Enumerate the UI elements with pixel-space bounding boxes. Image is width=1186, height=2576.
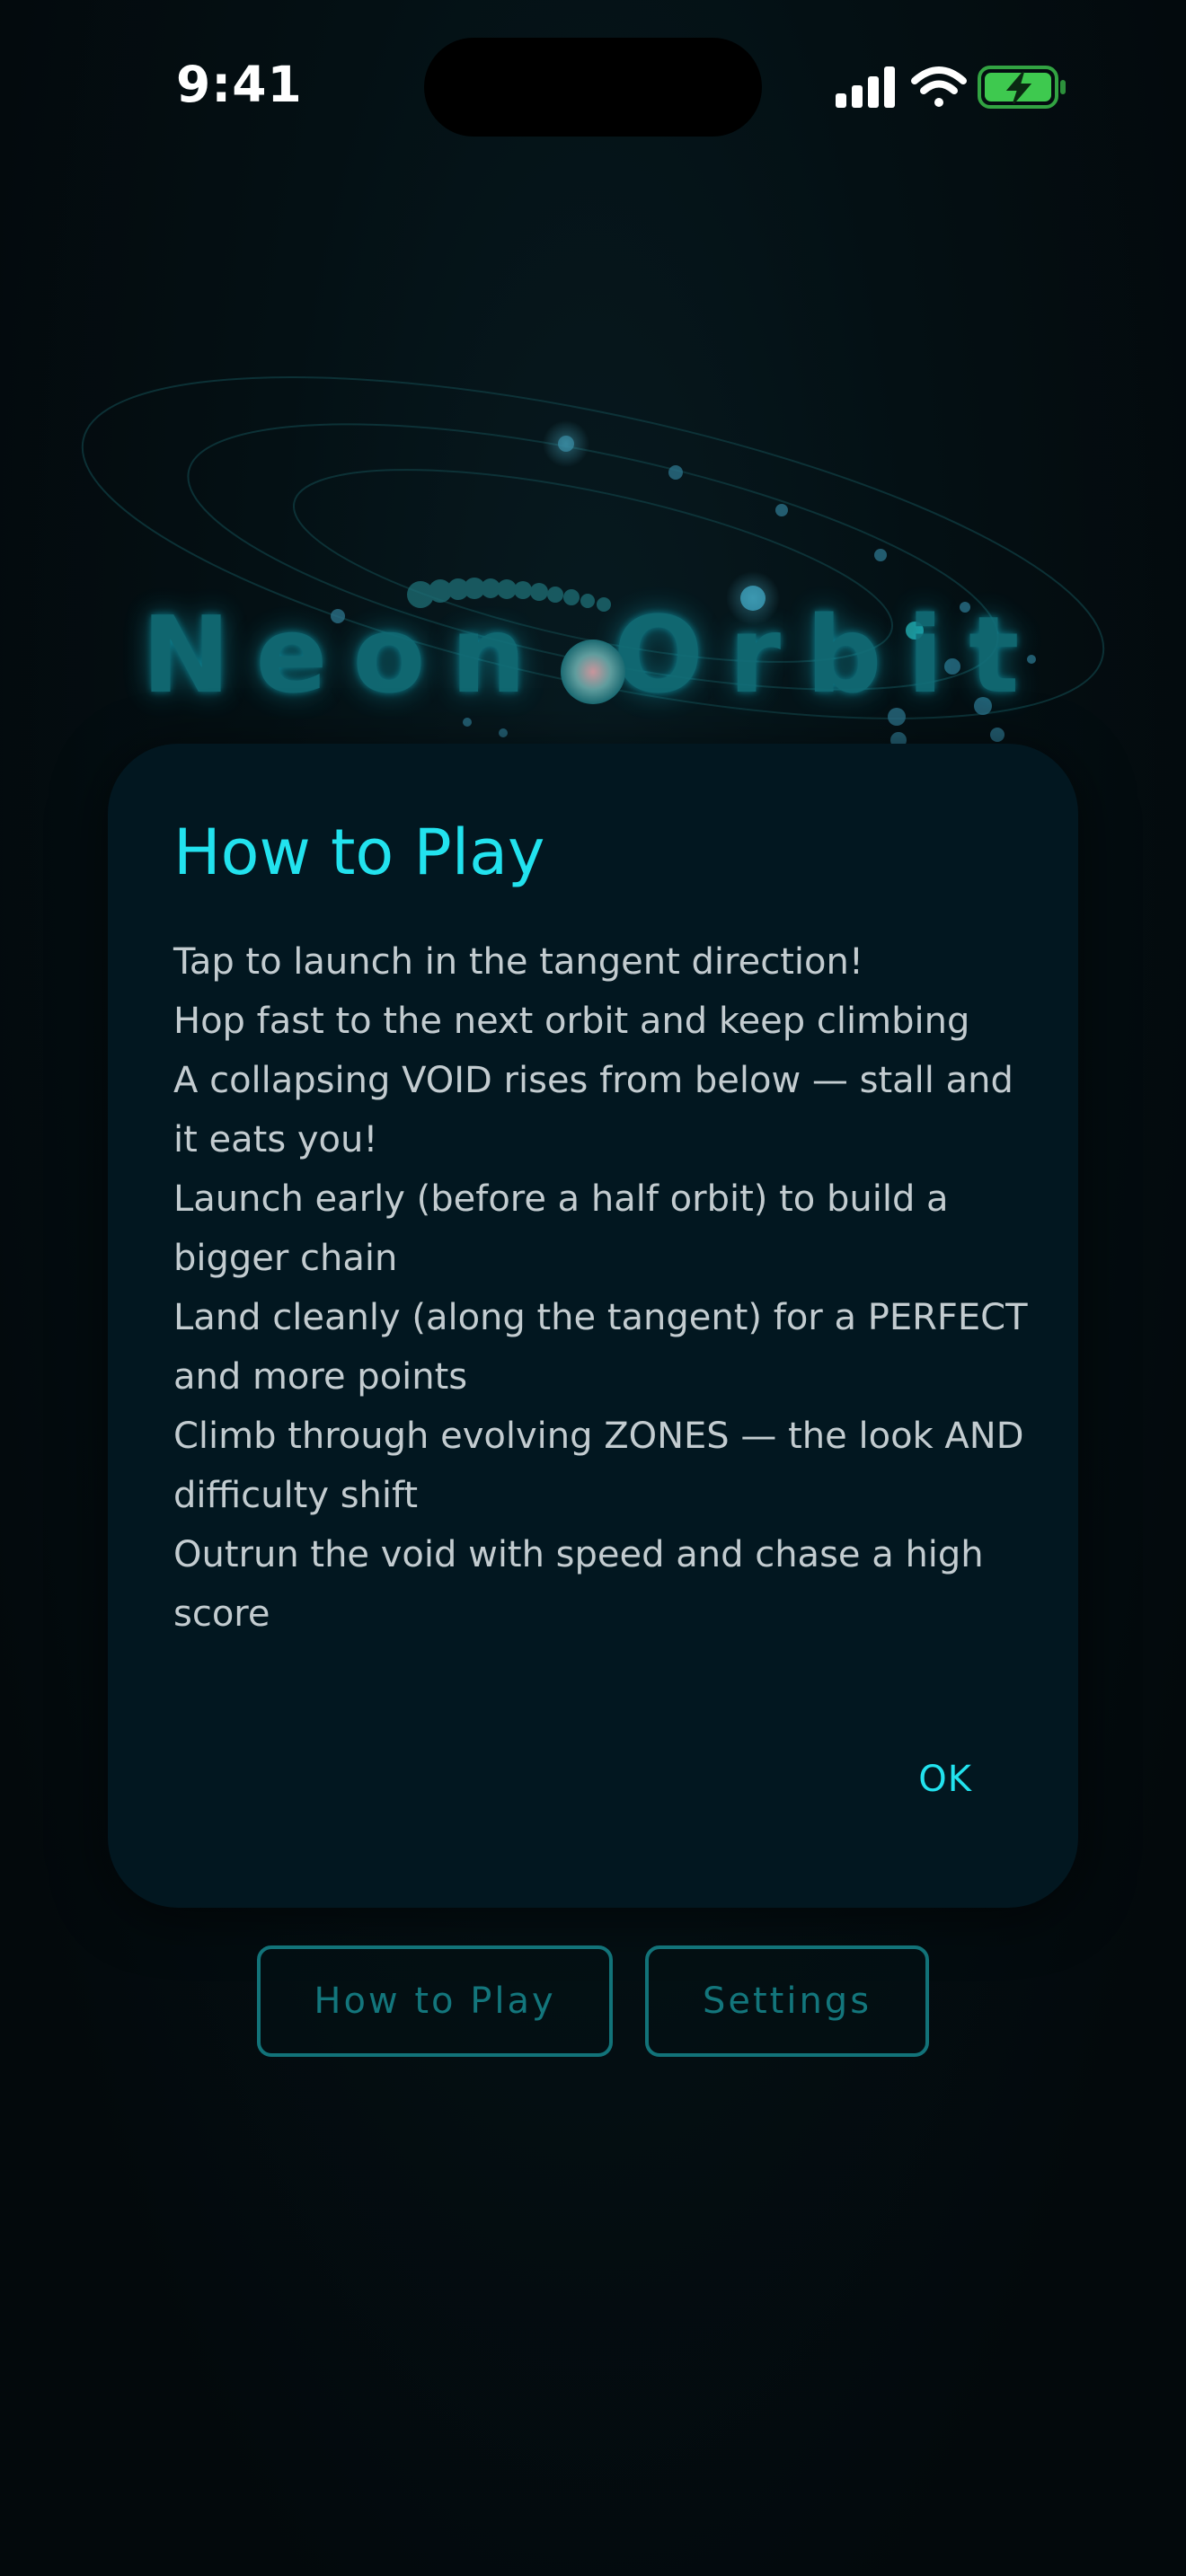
how-to-play-button[interactable]: How to Play: [257, 1945, 613, 2057]
instruction-item: Climb through evolving ZONES — the look …: [173, 1416, 1024, 1516]
dynamic-island: [424, 38, 762, 137]
status-icons: [836, 63, 1078, 113]
planet-core-icon: [561, 640, 625, 704]
status-bar: 9:41: [0, 0, 1186, 171]
status-time: 9:41: [176, 56, 303, 113]
instructions-list: Tap to launch in the tangent direction! …: [173, 932, 1036, 1644]
dialog-title: How to Play: [173, 816, 545, 889]
battery-charging-icon: [978, 66, 1066, 109]
cellular-signal-icon: [836, 66, 895, 108]
settings-button[interactable]: Settings: [645, 1945, 929, 2057]
instruction-item: Hop fast to the next orbit and keep clim…: [173, 1001, 970, 1042]
instruction-item: Tap to launch in the tangent direction!: [173, 941, 863, 983]
instruction-item: A collapsing VOID rises from below — sta…: [173, 1060, 1013, 1160]
instruction-item: Land cleanly (along the tangent) for a P…: [173, 1297, 1028, 1398]
instruction-item: Outrun the void with speed and chase a h…: [173, 1534, 984, 1635]
game-screen: 9:41 Neon Orbit How to Play Tap to launc…: [0, 0, 1186, 2576]
ok-button[interactable]: OK: [918, 1750, 972, 1809]
how-to-play-dialog: How to Play Tap to launch in the tangent…: [108, 744, 1078, 1908]
wifi-icon: [911, 66, 967, 107]
instruction-item: Launch early (before a half orbit) to bu…: [173, 1178, 949, 1279]
